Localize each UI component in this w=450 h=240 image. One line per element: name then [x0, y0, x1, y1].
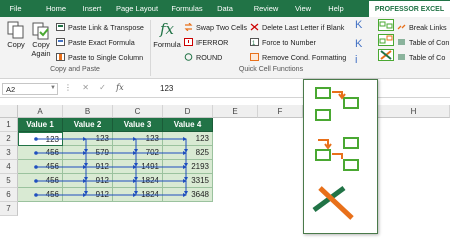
group-separator — [150, 20, 151, 76]
tab-view[interactable]: View — [290, 0, 316, 17]
tab-home[interactable]: Home — [42, 0, 70, 17]
break-links-button[interactable]: Break Links — [397, 22, 447, 33]
enter-icon[interactable]: ✓ — [99, 83, 106, 92]
swap-cells-icon-large — [315, 137, 359, 171]
swap-icon — [184, 22, 193, 32]
insert-icon-1[interactable] — [378, 19, 394, 31]
iferror-label: IFERROR — [196, 38, 229, 47]
delete-last-letter-label: Delete Last Letter if Blank — [262, 23, 345, 32]
copy-again-label: Copy Again — [31, 40, 51, 58]
tab-help[interactable]: Help — [325, 0, 347, 17]
group-label-copy-paste: Copy and Paste — [50, 66, 100, 73]
name-box-dropdown-icon[interactable]: ▼ — [50, 85, 56, 91]
more-options-icon: ⋮ — [64, 83, 72, 92]
paste-link-transpose-button[interactable]: Paste Link & Transpose — [56, 22, 144, 33]
paste-formula-icon — [56, 38, 65, 47]
paste-single-column-button[interactable]: Paste to Single Column — [56, 52, 143, 63]
table-of-contents-button-2[interactable]: Table of Co — [397, 52, 445, 63]
trace-precedent-arrows — [34, 137, 188, 197]
letter-k-icon: K — [355, 19, 363, 31]
insert-icon-2[interactable] — [378, 34, 394, 46]
group-label-quick-cell: Quick Cell Functions — [238, 66, 304, 73]
force-number-icon: 1 — [250, 38, 259, 47]
copy-again-icon — [31, 20, 51, 40]
table-of-contents-icon — [397, 38, 406, 46]
insert-icon-3[interactable] — [378, 49, 394, 61]
paste-column-icon — [56, 53, 65, 62]
break-links-icon — [397, 23, 406, 31]
tab-insert[interactable]: Insert — [78, 0, 106, 17]
copy-button[interactable]: Copy — [4, 20, 28, 49]
letter-i-icon: i — [355, 54, 358, 66]
ribbon-tab-bar: File Home Insert Page Layout Formulas Da… — [0, 0, 450, 17]
delete-letter-icon — [250, 23, 259, 31]
swap-two-cells-button[interactable]: Swap Two Cells — [184, 22, 247, 33]
formula-bar: A2 ▼ ⋮ ✕ ✓ fx 123 — [0, 80, 450, 98]
table-of-contents-button-1[interactable]: Table of Con — [397, 37, 449, 48]
remove-cond-formatting-button[interactable]: Remove Cond. Formatting — [250, 52, 346, 63]
tab-page-layout[interactable]: Page Layout — [112, 0, 162, 17]
formula-label: Formula — [153, 40, 181, 49]
round-icon — [184, 53, 193, 61]
tab-formulas[interactable]: Formulas — [167, 0, 207, 17]
iferror-button[interactable]: IFERROR — [184, 37, 228, 48]
copy-icon — [6, 20, 26, 39]
paste-link-transpose-label: Paste Link & Transpose — [68, 23, 144, 32]
remove-cond-formatting-label: Remove Cond. Formatting — [262, 53, 347, 62]
remove-formatting-icon — [250, 53, 259, 62]
force-to-number-button[interactable]: 1 Force to Number — [250, 37, 316, 48]
iferror-icon — [184, 38, 193, 47]
paste-exact-formula-label: Paste Exact Formula — [68, 38, 135, 47]
paste-single-column-label: Paste to Single Column — [68, 53, 144, 62]
tab-data[interactable]: Data — [213, 0, 237, 17]
icon-zoom-callout — [303, 79, 378, 234]
break-links-label: Break Links — [409, 23, 447, 32]
formula-button[interactable]: fx Formula — [152, 20, 182, 49]
copy-cell-icon-large — [315, 87, 359, 121]
cancel-icon[interactable]: ✕ — [82, 83, 89, 92]
table-of-contents-label-1: Table of Con — [409, 38, 450, 47]
break-link-icon-large — [312, 185, 354, 220]
column-header-h[interactable]: H — [378, 105, 450, 118]
fx-icon-formula-bar[interactable]: fx — [116, 83, 123, 92]
worksheet-grid: A B C D E F G H 1 2 3 4 5 6 7 Value 1 Va… — [0, 105, 450, 234]
round-button[interactable]: ROUND — [184, 52, 222, 63]
formula-bar-controls: ⋮ ✕ ✓ fx — [64, 83, 124, 92]
letter-k-icon-2: K — [355, 38, 363, 50]
swap-two-cells-label: Swap Two Cells — [196, 23, 247, 32]
fx-icon: fx — [159, 20, 174, 38]
round-label: ROUND — [196, 53, 223, 62]
formula-input[interactable]: 123 — [160, 83, 173, 95]
tab-professor-excel[interactable]: PROFESSOR EXCEL — [369, 0, 450, 17]
copy-label: Copy — [7, 40, 25, 49]
table-of-contents-label-2: Table of Co — [409, 53, 446, 62]
ribbon: Copy Copy Again Paste Link & Transpose P… — [0, 17, 450, 79]
tab-review[interactable]: Review — [250, 0, 282, 17]
tab-file[interactable]: File — [3, 0, 28, 17]
delete-last-letter-button[interactable]: Delete Last Letter if Blank — [250, 22, 344, 33]
table-of-contents-icon-2 — [397, 53, 406, 61]
force-to-number-label: Force to Number — [262, 38, 316, 47]
paste-exact-formula-button[interactable]: Paste Exact Formula — [56, 37, 135, 48]
paste-link-icon — [56, 23, 65, 32]
copy-again-button[interactable]: Copy Again — [29, 20, 53, 58]
column-header-f[interactable]: F — [258, 105, 303, 118]
